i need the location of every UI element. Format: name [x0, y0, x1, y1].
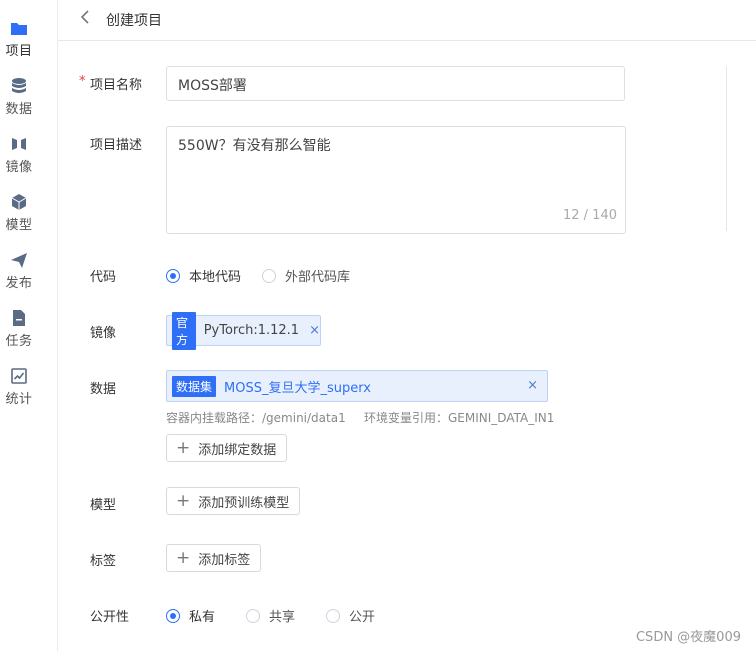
project-desc-textarea[interactable]: 550W？有没有那么智能 12 / 140 [166, 126, 626, 234]
add-tag-button[interactable]: + 添加标签 [166, 544, 262, 572]
add-model-button[interactable]: + 添加预训练模型 [166, 487, 301, 515]
add-data-button[interactable]: + 添加绑定数据 [166, 434, 288, 462]
sidebar-item-label: 统计 [5, 392, 33, 407]
scroll-divider [726, 66, 727, 231]
sidebar-item-label: 数据 [5, 102, 33, 117]
project-desc-text: 550W？有没有那么智能 [178, 138, 331, 154]
image-tag-name: PyTorch:1.12.1 [203, 323, 300, 338]
project-desc-label: 项目描述 [90, 138, 143, 153]
close-icon[interactable]: × [527, 378, 538, 393]
chevron-left-icon[interactable] [80, 9, 90, 29]
radio-private[interactable]: 私有 [166, 606, 215, 625]
radio-dot [326, 608, 340, 623]
radio-label: 外部代码库 [285, 270, 351, 285]
sidebar-item-models[interactable]: 模型 [0, 193, 38, 233]
sidebar-item-tasks[interactable]: 任务 [0, 309, 38, 349]
sidebar: 项目 数据 镜像 模型 发布 任务 统计 [0, 0, 58, 651]
radio-dot [166, 268, 180, 283]
visibility-label: 公开性 [90, 610, 130, 625]
code-label: 代码 [90, 270, 117, 285]
sidebar-item-data[interactable]: 数据 [0, 77, 38, 117]
database-icon [12, 78, 26, 93]
tag-label: 标签 [90, 554, 117, 569]
sidebar-item-label: 发布 [5, 276, 33, 291]
radio-shared[interactable]: 共享 [246, 606, 295, 625]
radio-label: 私有 [189, 610, 216, 625]
image-label: 镜像 [90, 326, 117, 341]
sidebar-item-label: 项目 [5, 44, 33, 59]
plus-icon: + [176, 490, 191, 511]
page-title: 创建项目 [106, 13, 162, 29]
add-tag-label: 添加标签 [198, 552, 251, 568]
image-tag: 官方 PyTorch:1.12.1 × [166, 311, 321, 350]
send-icon [11, 253, 27, 268]
cube-icon [11, 194, 27, 210]
dataset-tag: 数据集 MOSS_复旦大学_superx × [166, 370, 548, 402]
chart-icon [11, 368, 27, 384]
watermark-text: CSDN @夜魔009 [635, 630, 741, 645]
data-label: 数据 [90, 382, 117, 397]
radio-local-code[interactable]: 本地代码 [166, 266, 241, 285]
sidebar-item-projects[interactable]: 项目 [0, 19, 38, 59]
radio-dot [262, 268, 276, 283]
dataset-badge: 数据集 [172, 375, 217, 397]
add-data-label: 添加绑定数据 [198, 442, 277, 458]
sidebar-item-label: 任务 [5, 334, 33, 349]
task-icon [13, 310, 25, 326]
model-label: 模型 [90, 498, 117, 513]
folder-icon [11, 23, 27, 35]
mount-path-hint: 容器内挂载路径：/gemini/data1 [166, 411, 346, 425]
sidebar-item-images[interactable]: 镜像 [0, 135, 38, 175]
add-model-label: 添加预训练模型 [198, 495, 290, 511]
env-ref-hint: 环境变量引用：GEMINI_DATA_IN1 [364, 411, 555, 425]
dataset-tag-name: MOSS_复旦大学_superx [224, 380, 371, 396]
radio-dot [246, 608, 260, 623]
required-mark: * [79, 74, 86, 89]
mirror-icon [12, 138, 26, 150]
sidebar-item-stats[interactable]: 统计 [0, 367, 38, 407]
page-header: 创建项目 [58, 0, 756, 41]
project-name-label: 项目名称 [90, 78, 143, 93]
radio-label: 公开 [349, 610, 376, 625]
radio-label: 本地代码 [189, 270, 242, 285]
plus-icon: + [176, 547, 191, 568]
radio-external-repo[interactable]: 外部代码库 [262, 266, 350, 285]
sidebar-item-label: 模型 [5, 218, 33, 233]
radio-public[interactable]: 公开 [326, 606, 375, 625]
plus-icon: + [176, 437, 191, 458]
radio-dot [166, 608, 180, 623]
sidebar-item-publish[interactable]: 发布 [0, 251, 38, 291]
radio-label: 共享 [269, 610, 296, 625]
project-name-input[interactable]: MOSS部署 [166, 66, 625, 101]
char-counter: 12 / 140 [563, 208, 617, 223]
sidebar-item-label: 镜像 [5, 160, 33, 175]
close-icon[interactable]: × [309, 323, 320, 338]
official-badge: 官方 [172, 311, 196, 350]
